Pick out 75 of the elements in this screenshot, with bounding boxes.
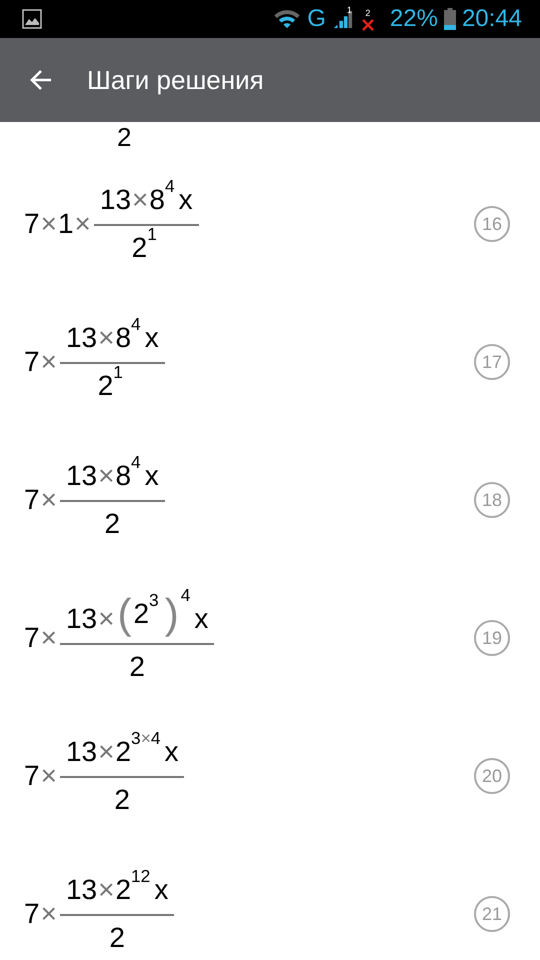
- math-term: 4: [150, 728, 160, 750]
- math-term: 2: [109, 922, 125, 954]
- math-term: 2: [115, 736, 132, 768]
- clock: 20:44: [462, 5, 522, 33]
- math-term: 2: [129, 651, 145, 683]
- step-number: 17: [474, 344, 510, 380]
- math-term: 2: [117, 122, 132, 152]
- step-number: 18: [474, 482, 510, 518]
- times-sign: ×: [98, 460, 114, 492]
- math-term: x: [144, 460, 159, 492]
- math-term: 8: [115, 322, 132, 354]
- math-term: 3: [131, 728, 141, 750]
- times-sign: ×: [40, 208, 57, 240]
- times-sign: ×: [132, 184, 148, 216]
- math-term: 2: [104, 508, 120, 540]
- wifi-icon: [273, 9, 302, 29]
- times-sign: ×: [140, 728, 151, 750]
- math-term: x: [164, 736, 178, 768]
- math-term: 13: [66, 322, 98, 354]
- math-term: 1: [147, 224, 157, 246]
- sim-number: 2: [365, 8, 370, 18]
- math-term: 8: [115, 460, 132, 492]
- battery-icon: [444, 8, 456, 30]
- network-type: G: [307, 5, 326, 33]
- math-term: x: [154, 874, 168, 906]
- math-term: 7: [24, 760, 40, 792]
- math-term: 7: [24, 484, 40, 516]
- math-term: 2: [98, 370, 114, 402]
- step-number: 20: [474, 758, 510, 794]
- math-term: 2: [114, 784, 130, 816]
- times-sign: ×: [98, 736, 114, 768]
- math-term: 7: [24, 346, 40, 378]
- step-number: 21: [474, 896, 510, 932]
- parenthesis: (: [117, 593, 132, 635]
- math-term: x: [144, 322, 159, 354]
- step-number: 16: [474, 206, 510, 242]
- math-term: 2: [133, 598, 150, 630]
- screen-title: Шаги решения: [87, 64, 264, 96]
- times-sign: ×: [98, 322, 114, 354]
- math-term: x: [178, 184, 193, 216]
- math-term: 2: [132, 232, 148, 264]
- math-term: 13: [66, 736, 98, 768]
- math-term: 7: [24, 208, 40, 240]
- times-sign: ×: [40, 484, 57, 516]
- math-term: 13: [66, 874, 98, 906]
- math-term: 4: [180, 585, 190, 606]
- no-signal-icon: [362, 18, 374, 30]
- math-term: 4: [131, 452, 141, 474]
- math-term: 1: [58, 208, 74, 240]
- times-sign: ×: [74, 208, 91, 240]
- math-term: 13: [100, 184, 132, 216]
- times-sign: ×: [40, 622, 57, 654]
- times-sign: ×: [40, 898, 57, 930]
- battery-percent: 22%: [390, 5, 438, 33]
- back-arrow-icon: [29, 68, 53, 92]
- times-sign: ×: [98, 874, 114, 906]
- math-term: 7: [24, 622, 40, 654]
- math-term: 7: [24, 898, 40, 930]
- math-term: 8: [149, 184, 165, 216]
- math-term: 3: [149, 590, 159, 612]
- times-sign: ×: [40, 346, 57, 378]
- sim-number: 1: [346, 5, 352, 15]
- math-term: 13: [66, 603, 98, 635]
- times-sign: ×: [98, 603, 114, 635]
- math-term: 12: [131, 866, 150, 888]
- math-term: 13: [66, 460, 98, 492]
- times-sign: ×: [40, 760, 57, 792]
- math-term: 1: [113, 362, 123, 384]
- math-term: 4: [164, 176, 175, 198]
- math-term: x: [194, 603, 208, 635]
- image-icon: [22, 9, 42, 29]
- math-term: 2: [115, 874, 132, 906]
- math-term: 4: [131, 314, 141, 336]
- step-number: 19: [474, 620, 510, 656]
- parenthesis: ): [164, 593, 179, 635]
